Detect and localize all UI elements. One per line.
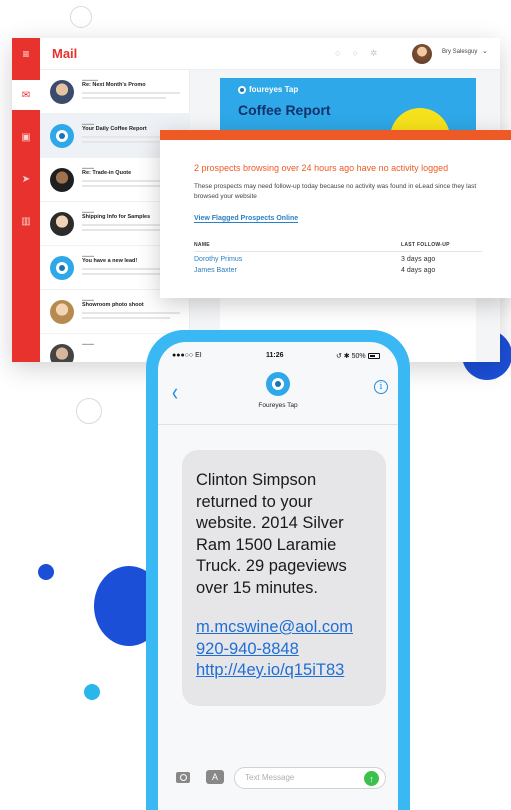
column-header-last-follow-up: LAST FOLLOW-UP [401, 242, 450, 248]
header-icons: ○ ○ ✲ [335, 48, 377, 59]
battery-status: ↺ ✱ 50% [336, 352, 380, 360]
avatar [50, 300, 74, 324]
sender-placeholder: ▬▬▬ [82, 341, 94, 346]
decorative-bubble-cyan [84, 684, 100, 700]
avatar [50, 344, 74, 362]
prospect-name-link[interactable]: James Baxter [194, 267, 237, 274]
phone-device: ●●●○○ EI 11:26 ↺ ✱ 50% ‹ Foureyes Tap i … [146, 330, 410, 810]
view-flagged-prospects-link[interactable]: View Flagged Prospects Online [194, 215, 299, 223]
message-line: website. 2014 Silver [196, 514, 344, 532]
last-follow-up-value: 3 days ago [401, 256, 436, 263]
message-line: returned to your [196, 492, 313, 511]
mail-sidebar: ✉ ▣ ➤ ▥ [12, 70, 40, 362]
card-title: 2 prospects browsing over 24 hours ago h… [194, 163, 449, 173]
coffee-report-title: Coffee Report [238, 102, 331, 118]
foureyes-logo-icon[interactable] [266, 372, 290, 396]
message-line: Ram 1500 Laramie [196, 535, 337, 554]
camera-icon[interactable] [176, 772, 190, 783]
card-description: These prospects may need follow-up today… [194, 183, 477, 200]
message-line: Truck. 29 pageviews [196, 557, 347, 575]
contact-name[interactable]: Foureyes Tap [218, 402, 338, 409]
inbox-icon[interactable]: ✉ [12, 80, 40, 110]
trash-icon[interactable]: ▥ [12, 206, 40, 236]
avatar[interactable] [412, 44, 432, 64]
foureyes-logo-icon [238, 85, 246, 94]
decorative-bubble-blue [38, 564, 54, 580]
flagged-prospects-card: 2 prospects browsing over 24 hours ago h… [160, 130, 511, 298]
prospect-name-link[interactable]: Dorothy Primus [194, 256, 242, 263]
foureyes-brand: foureyes Tap [238, 85, 298, 94]
search-icon[interactable]: ○ [335, 48, 340, 59]
status-bar: ●●●○○ EI 11:26 ↺ ✱ 50% [158, 342, 398, 364]
message-line: over 15 minutes. [196, 578, 318, 597]
foureyes-logo-icon [50, 256, 74, 280]
chevron-down-icon[interactable]: ⌄ [482, 47, 488, 55]
send-icon[interactable]: ➤ [12, 164, 40, 194]
email-link[interactable]: m.mcswine@aol.com [196, 617, 376, 639]
avatar [50, 168, 74, 192]
mail-app-title: Mail [52, 46, 78, 61]
avatar [50, 212, 74, 236]
phone-screen: ●●●○○ EI 11:26 ↺ ✱ 50% ‹ Foureyes Tap i … [158, 342, 398, 810]
info-icon[interactable]: i [374, 380, 388, 394]
user-name[interactable]: Bry Salesguy [442, 49, 477, 55]
menu-icon[interactable]: ≡ [12, 38, 40, 70]
mail-subject: Re: Next Month's Promo [82, 82, 146, 88]
coffee-report-banner: foureyes Tap Coffee Report [220, 78, 476, 134]
app-store-icon[interactable]: A [206, 770, 224, 784]
battery-icon [367, 353, 380, 360]
card-accent-bar [160, 130, 511, 140]
column-header-name: NAME [194, 242, 210, 248]
foureyes-logo-icon [50, 124, 74, 148]
notification-icon[interactable]: ○ [352, 48, 357, 59]
gear-icon[interactable]: ✲ [370, 48, 378, 59]
mail-header: ≡ Mail ○ ○ ✲ Bry Salesguy ⌄ [12, 38, 500, 70]
decorative-bubble-outline [76, 398, 102, 424]
header-divider [158, 424, 398, 425]
back-chevron-icon[interactable]: ‹ [172, 378, 178, 407]
table-divider [194, 251, 482, 252]
status-time: 11:26 [266, 352, 284, 359]
carrier-signal: ●●●○○ EI [172, 352, 202, 359]
list-item[interactable]: ▬▬▬▬ Re: Next Month's Promo [40, 70, 190, 114]
message-input-bar: A Text Message ↑ [158, 756, 398, 810]
mail-subject: Showroom photo shoot [82, 302, 144, 308]
send-arrow-icon[interactable]: ↑ [364, 771, 379, 786]
avatar [50, 80, 74, 104]
archive-icon[interactable]: ▣ [12, 122, 40, 152]
decorative-bubble-outline [70, 6, 92, 28]
phone-number-link[interactable]: 920-940-8848 [196, 639, 376, 661]
message-line: Clinton Simpson [196, 471, 317, 489]
url-link[interactable]: http://4ey.io/q15iT83 [196, 660, 376, 682]
last-follow-up-value: 4 days ago [401, 267, 436, 274]
